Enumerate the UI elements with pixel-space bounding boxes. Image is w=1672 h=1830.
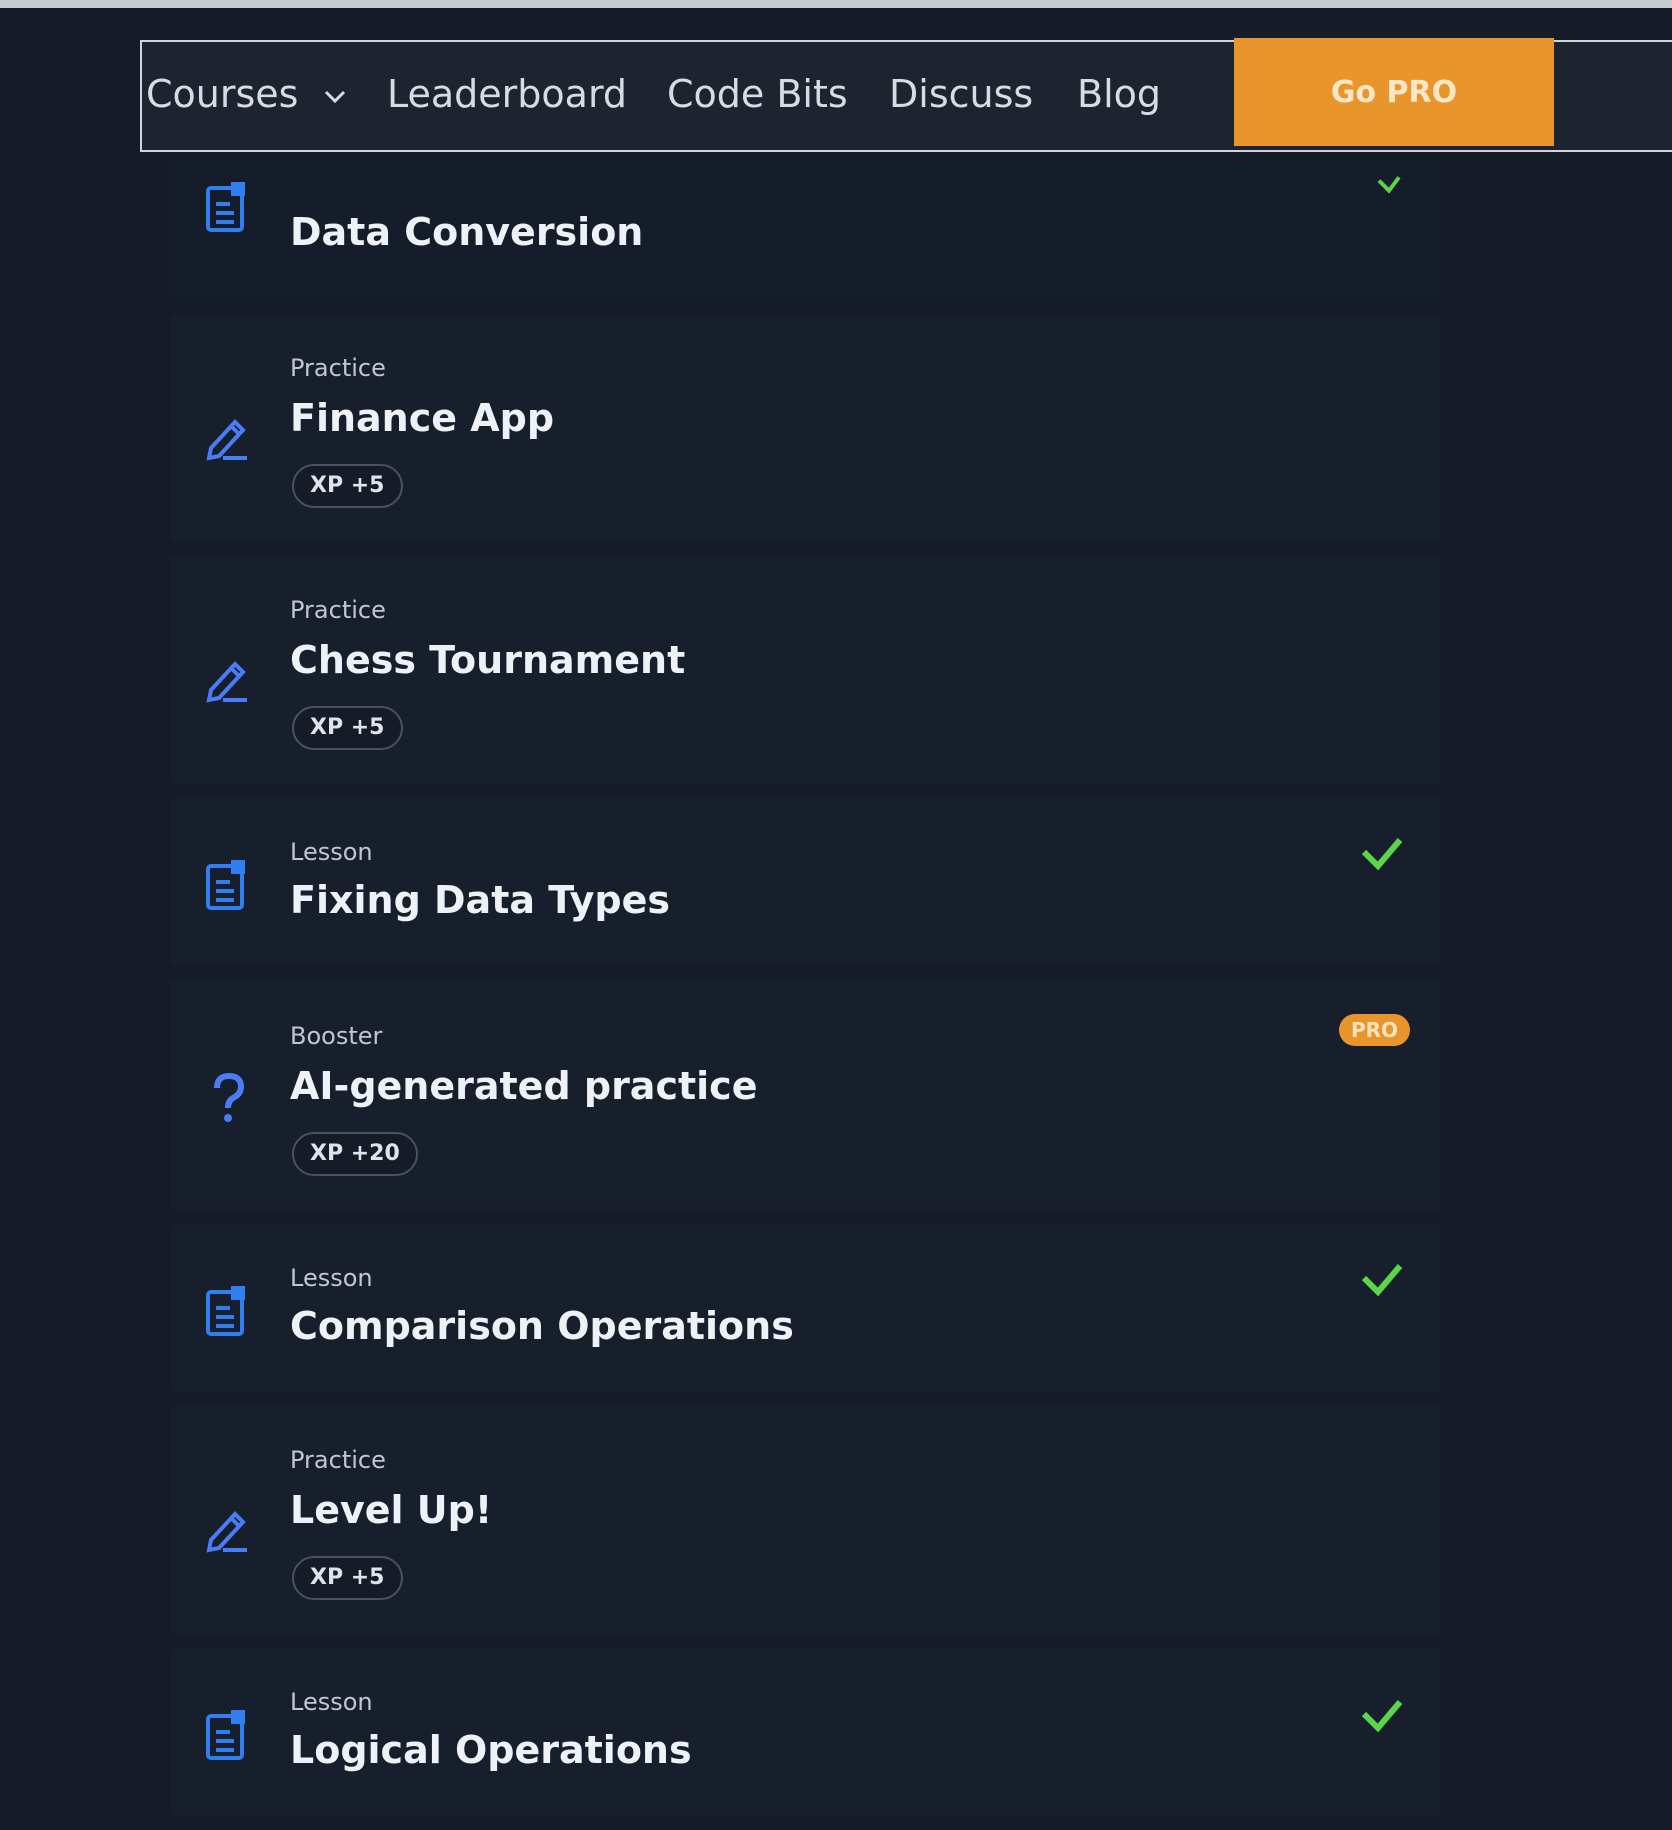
item-title: Data Conversion [290,210,644,254]
item-type: Lesson [290,1264,373,1292]
list-item-finance-app[interactable]: Practice Finance App XP +5 [170,314,1440,542]
list-item-data-conversion[interactable]: Data Conversion [170,160,1440,300]
go-pro-button[interactable]: Go PRO [1234,38,1554,146]
top-navbar: Courses Leaderboard Code Bits Discuss Bl… [140,38,1672,152]
item-title: Level Up! [290,1488,493,1532]
item-title: Chess Tournament [290,638,686,682]
nav-courses-label: Courses [146,72,299,116]
lesson-list: Data Conversion Practice Finance App XP … [170,160,1440,1830]
list-item-comparison-operations[interactable]: Lesson Comparison Operations [170,1224,1440,1392]
xp-badge: XP +5 [292,464,403,508]
item-type: Practice [290,354,386,382]
practice-pencil-icon [206,661,247,703]
list-item-logical-operations[interactable]: Lesson Logical Operations [170,1648,1440,1816]
nav-leaderboard[interactable]: Leaderboard [387,72,627,116]
nav-blog[interactable]: Blog [1077,72,1161,116]
item-type: Practice [290,1446,386,1474]
item-title: AI-generated practice [290,1064,758,1108]
list-item-level-up[interactable]: Practice Level Up! XP +5 [170,1406,1440,1634]
lesson-document-icon [206,1286,245,1336]
lesson-document-icon [206,182,245,232]
nav-discuss[interactable]: Discuss [889,72,1033,116]
item-type: Lesson [290,1688,373,1716]
item-type: Practice [290,596,386,624]
item-type: Lesson [290,838,373,866]
item-title: Logical Operations [290,1728,692,1772]
chevron-down-icon [324,90,345,103]
item-type: Booster [290,1022,383,1050]
completed-check-icon [1361,1700,1403,1733]
lesson-document-icon [206,860,245,910]
completed-check-icon [1361,838,1403,871]
question-mark-icon [214,1072,245,1122]
practice-pencil-icon [206,419,247,461]
top-strip [0,0,1672,8]
xp-badge: XP +20 [292,1132,418,1176]
list-item-fixing-data-types[interactable]: Lesson Fixing Data Types [170,798,1440,966]
xp-badge: XP +5 [292,706,403,750]
item-title: Fixing Data Types [290,878,670,922]
item-title: Finance App [290,396,555,440]
xp-badge: XP +5 [292,1556,403,1600]
practice-pencil-icon [206,1511,247,1553]
completed-check-icon [1377,176,1401,194]
list-item-chess-tournament[interactable]: Practice Chess Tournament XP +5 [170,556,1440,784]
nav-code-bits[interactable]: Code Bits [667,72,848,116]
pro-badge: PRO [1338,1014,1410,1046]
completed-check-icon [1361,1264,1403,1297]
list-item-ai-generated-practice[interactable]: Booster AI-generated practice XP +20 PRO [170,980,1440,1210]
lesson-document-icon [206,1710,245,1760]
item-title: Comparison Operations [290,1304,794,1348]
nav-courses[interactable]: Courses [146,72,347,116]
